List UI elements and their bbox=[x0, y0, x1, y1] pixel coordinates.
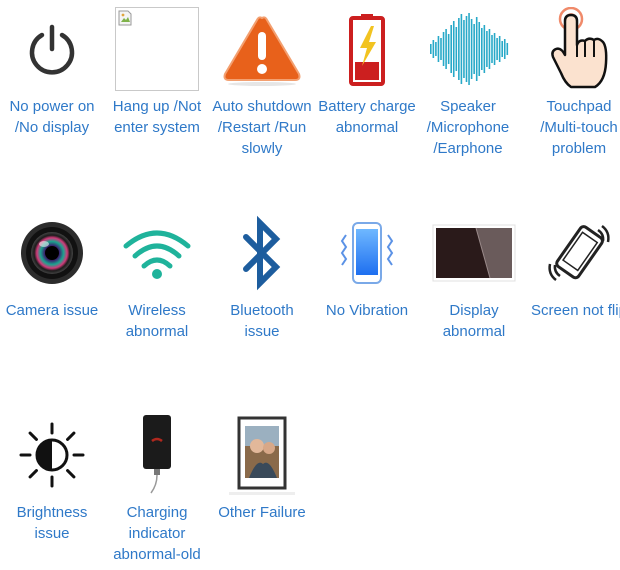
item-touchpad[interactable]: Touchpad /Multi-touch problem bbox=[527, 4, 620, 159]
power-icon bbox=[0, 4, 104, 94]
item-display[interactable]: Display abnormal bbox=[422, 208, 526, 342]
charging-phone-icon bbox=[105, 410, 209, 500]
item-hang-up[interactable]: Hang up /Not enter system bbox=[105, 4, 209, 138]
item-other-failure[interactable]: Other Failure bbox=[210, 410, 314, 523]
item-bluetooth[interactable]: Bluetooth issue bbox=[210, 208, 314, 342]
bluetooth-icon bbox=[210, 208, 314, 298]
item-wireless[interactable]: Wireless abnormal bbox=[105, 208, 209, 342]
wifi-icon bbox=[105, 208, 209, 298]
item-label: Battery charge abnormal bbox=[318, 98, 416, 136]
sound-wave-icon bbox=[416, 4, 520, 94]
camera-lens-icon bbox=[0, 208, 104, 298]
item-camera[interactable]: Camera issue bbox=[0, 208, 104, 321]
item-label: Wireless abnormal bbox=[125, 302, 189, 340]
failure-icon-grid: No power on /No display Hang up /Not ent… bbox=[0, 0, 620, 570]
item-label: Brightness issue bbox=[16, 504, 88, 542]
display-panel-icon bbox=[422, 208, 526, 298]
item-charging-indicator[interactable]: Charging indicator abnormal-old bbox=[105, 410, 209, 565]
brightness-icon bbox=[0, 410, 104, 500]
item-label: Auto shutdown /Restart /Run slowly bbox=[212, 98, 312, 157]
battery-icon bbox=[315, 4, 419, 94]
item-label: Speaker /Microphone /Earphone bbox=[426, 98, 510, 157]
item-battery[interactable]: Battery charge abnormal bbox=[315, 4, 419, 138]
item-brightness[interactable]: Brightness issue bbox=[0, 410, 104, 544]
item-label: Bluetooth issue bbox=[230, 302, 294, 340]
item-label: No power on /No display bbox=[9, 98, 95, 136]
item-label: No Vibration bbox=[325, 302, 409, 319]
item-auto-shutdown[interactable]: Auto shutdown /Restart /Run slowly bbox=[210, 4, 314, 159]
item-label: Camera issue bbox=[5, 302, 99, 319]
item-label: Hang up /Not enter system bbox=[112, 98, 202, 136]
photo-frame-icon bbox=[210, 410, 314, 500]
item-label: Touchpad /Multi-touch problem bbox=[540, 98, 618, 157]
vibrating-phone-icon bbox=[315, 208, 419, 298]
item-label: Display abnormal bbox=[442, 302, 506, 340]
item-screen-flip[interactable]: Screen not flip bbox=[527, 208, 620, 321]
warning-icon bbox=[210, 4, 314, 94]
item-label: Screen not flip bbox=[531, 302, 620, 319]
item-no-power[interactable]: No power on /No display bbox=[0, 4, 104, 138]
rotating-phone-icon bbox=[527, 208, 620, 298]
item-label: Other Failure bbox=[218, 504, 306, 521]
item-no-vibration[interactable]: No Vibration bbox=[315, 208, 419, 321]
broken-image-icon bbox=[105, 4, 209, 94]
touch-hand-icon bbox=[527, 4, 620, 94]
item-label: Charging indicator abnormal-old bbox=[113, 504, 201, 563]
item-speaker[interactable]: Speaker /Microphone /Earphone bbox=[416, 4, 520, 159]
